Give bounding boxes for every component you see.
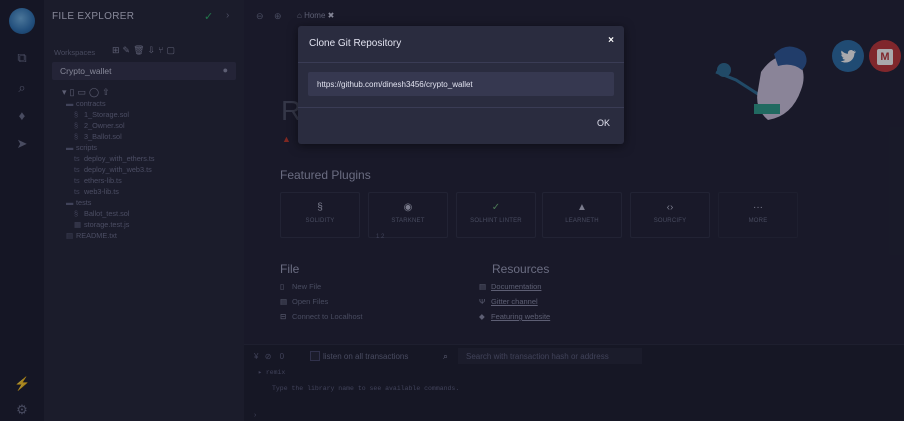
ok-button[interactable]: OK	[597, 118, 610, 128]
dialog-divider	[298, 107, 624, 108]
clone-git-repository-dialog: Clone Git Repository × OK	[298, 26, 624, 144]
repository-url-input[interactable]	[308, 72, 614, 96]
dialog-title: Clone Git Repository	[309, 38, 402, 49]
close-icon[interactable]: ×	[608, 35, 614, 46]
dialog-divider	[298, 62, 624, 63]
